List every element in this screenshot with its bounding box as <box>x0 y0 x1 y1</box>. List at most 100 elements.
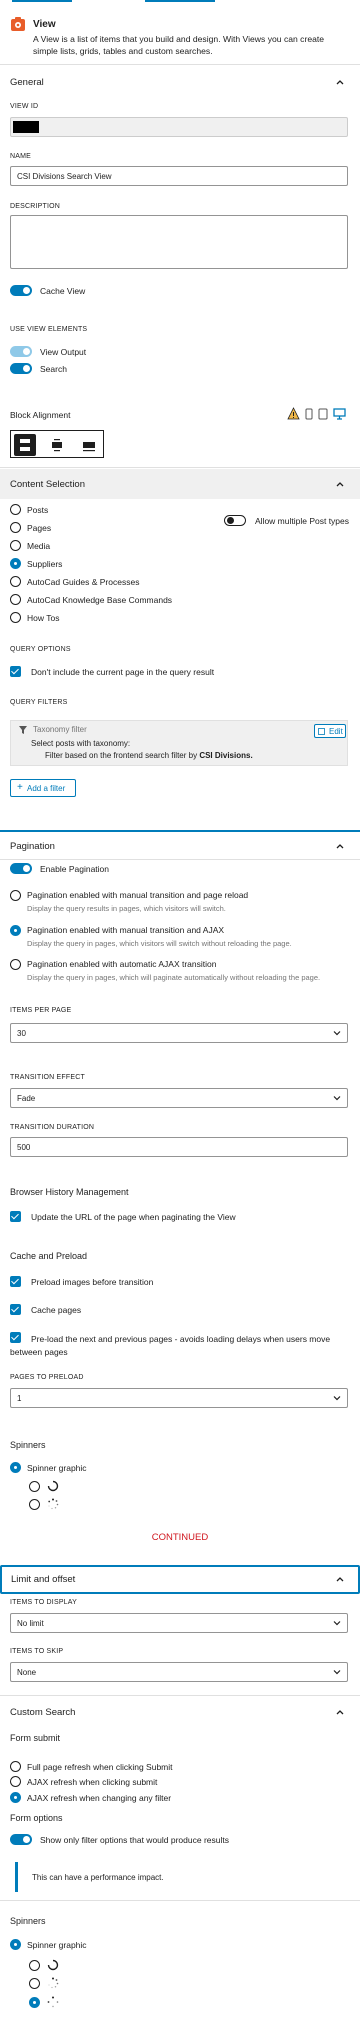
post-type-label: Media <box>27 541 51 551</box>
form-options-title: Form options <box>10 1813 63 1823</box>
update-url-label: Update the URL of the page when paginati… <box>31 1212 236 1222</box>
chevron-down-icon <box>333 1031 341 1036</box>
desktop-device-icon[interactable] <box>333 408 346 420</box>
spinners-title: Spinners <box>10 1440 46 1450</box>
chevron-up-icon <box>336 1710 344 1715</box>
pagination-mode-label: Pagination enabled with automatic AJAX t… <box>27 959 217 969</box>
view-output-label: View Output <box>40 347 87 357</box>
panel-pagination-header[interactable]: Pagination <box>0 832 360 860</box>
spinner-circle-icon <box>47 1959 59 1971</box>
cache-pages-checkbox[interactable] <box>10 1304 21 1315</box>
pagination-mode-label: Pagination enabled with manual transitio… <box>27 890 249 900</box>
transition-duration-input[interactable]: 500 <box>10 1137 348 1157</box>
view-id-redacted <box>13 121 39 133</box>
post-type-radio[interactable] <box>10 522 21 533</box>
spinner-graphic-radio[interactable] <box>10 1462 21 1473</box>
spinner-option-radio[interactable] <box>29 1978 40 1989</box>
post-type-radio[interactable] <box>10 612 21 623</box>
view-id-label: VIEW ID <box>10 103 39 110</box>
block-alignment-group <box>10 430 104 458</box>
enable-pagination-toggle[interactable] <box>10 863 32 874</box>
view-output-toggle[interactable] <box>10 346 32 357</box>
block-title: View <box>33 19 56 30</box>
allow-multiple-toggle[interactable] <box>224 515 246 526</box>
form-submit-radio-selected[interactable] <box>10 1792 21 1803</box>
browser-history-title: Browser History Management <box>10 1187 129 1197</box>
add-filter-button[interactable]: + Add a filter <box>10 779 76 797</box>
panel-limit-offset-header[interactable]: Limit and offset <box>0 1565 360 1594</box>
post-type-radio[interactable] <box>10 594 21 605</box>
form-submit-radio[interactable] <box>10 1776 21 1787</box>
description-textarea[interactable] <box>10 215 348 269</box>
align-center-button[interactable] <box>46 434 68 456</box>
preload-images-checkbox[interactable] <box>10 1276 21 1287</box>
description-label: DESCRIPTION <box>10 203 61 210</box>
spinners-title: Spinners <box>10 1916 46 1926</box>
spinner-dots-icon <box>47 1996 59 2008</box>
pagination-mode-radio-selected[interactable] <box>10 925 21 936</box>
enable-pagination-label: Enable Pagination <box>40 864 110 874</box>
warning-icon <box>287 407 300 420</box>
tablet-device-icon[interactable] <box>318 408 328 420</box>
align-wide-button[interactable] <box>78 434 100 456</box>
spinner-option-radio-selected[interactable] <box>29 1997 40 2008</box>
pagination-mode-radio[interactable] <box>10 959 21 970</box>
items-per-page-select[interactable]: 30 <box>10 1023 348 1043</box>
items-per-page-label: ITEMS PER PAGE <box>10 1007 72 1014</box>
view-block-icon <box>11 17 25 31</box>
panel-custom-search-header[interactable]: Custom Search <box>0 1698 360 1726</box>
edit-icon <box>318 728 325 735</box>
items-to-skip-select[interactable]: None <box>10 1662 348 1682</box>
block-card: View A View is a list of items that you … <box>0 4 360 64</box>
pages-to-preload-value: 1 <box>17 1394 22 1403</box>
pages-to-preload-select[interactable]: 1 <box>10 1388 348 1408</box>
taxonomy-filter-card: Taxonomy filter Edit Select posts with t… <box>10 720 348 766</box>
pagination-mode-label: Pagination enabled with manual transitio… <box>27 925 225 935</box>
post-type-radio-selected[interactable] <box>10 558 21 569</box>
form-submit-label: Full page refresh when clicking Submit <box>27 1762 173 1772</box>
spinner-dots-icon <box>48 1977 59 1989</box>
post-type-radio[interactable] <box>10 504 21 515</box>
cache-view-toggle[interactable] <box>10 285 32 296</box>
show-only-filter-toggle[interactable] <box>10 1834 32 1845</box>
form-submit-radio[interactable] <box>10 1761 21 1772</box>
items-to-display-select[interactable]: No limit <box>10 1613 348 1633</box>
spinner-option-radio[interactable] <box>29 1960 40 1971</box>
align-wide-icon <box>83 442 95 452</box>
spinner-circle-icon <box>47 1480 59 1492</box>
post-type-radio[interactable] <box>10 576 21 587</box>
notice-text: This can have a performance impact. <box>32 1873 164 1882</box>
align-full-icon <box>20 439 30 451</box>
dont-include-current-checkbox[interactable] <box>10 666 21 677</box>
mobile-device-icon[interactable] <box>305 408 313 420</box>
post-type-label: Posts <box>27 505 49 515</box>
name-input[interactable]: CSI Divisions Search View <box>10 166 348 186</box>
add-filter-label: Add a filter <box>27 784 66 793</box>
chevron-down-icon <box>333 1670 341 1675</box>
spinner-dots-icon <box>48 1498 59 1510</box>
performance-notice: This can have a performance impact. <box>15 1862 345 1892</box>
panel-general-header[interactable]: General <box>0 68 360 96</box>
panel-content-selection-header[interactable]: Content Selection <box>0 469 360 499</box>
spinner-option-radio[interactable] <box>29 1481 40 1492</box>
cache-view-label: Cache View <box>40 286 86 296</box>
filter-icon <box>19 726 27 734</box>
block-alignment-label: Block Alignment <box>10 410 71 420</box>
filter-line2: Filter based on the frontend search filt… <box>45 751 253 760</box>
post-type-label: Pages <box>27 523 52 533</box>
search-toggle[interactable] <box>10 363 32 374</box>
filter-line2-bold: CSI Divisions. <box>199 751 253 760</box>
filter-edit-button[interactable]: Edit <box>314 724 346 738</box>
update-url-checkbox[interactable] <box>10 1211 21 1222</box>
dont-include-current-label: Don't include the current page in the qu… <box>31 667 215 677</box>
align-full-button[interactable] <box>14 434 36 456</box>
spinner-option-radio[interactable] <box>29 1499 40 1510</box>
form-submit-label: AJAX refresh when clicking submit <box>27 1777 158 1787</box>
pagination-mode-desc: Display the query in pages, which will p… <box>27 973 321 982</box>
form-submit-label: AJAX refresh when changing any filter <box>27 1793 172 1803</box>
post-type-radio[interactable] <box>10 540 21 551</box>
spinner-graphic-radio[interactable] <box>10 1939 21 1950</box>
pagination-mode-desc: Display the query results in pages, whic… <box>27 904 226 913</box>
transition-effect-select[interactable]: Fade <box>10 1088 348 1108</box>
pagination-mode-radio[interactable] <box>10 890 21 901</box>
